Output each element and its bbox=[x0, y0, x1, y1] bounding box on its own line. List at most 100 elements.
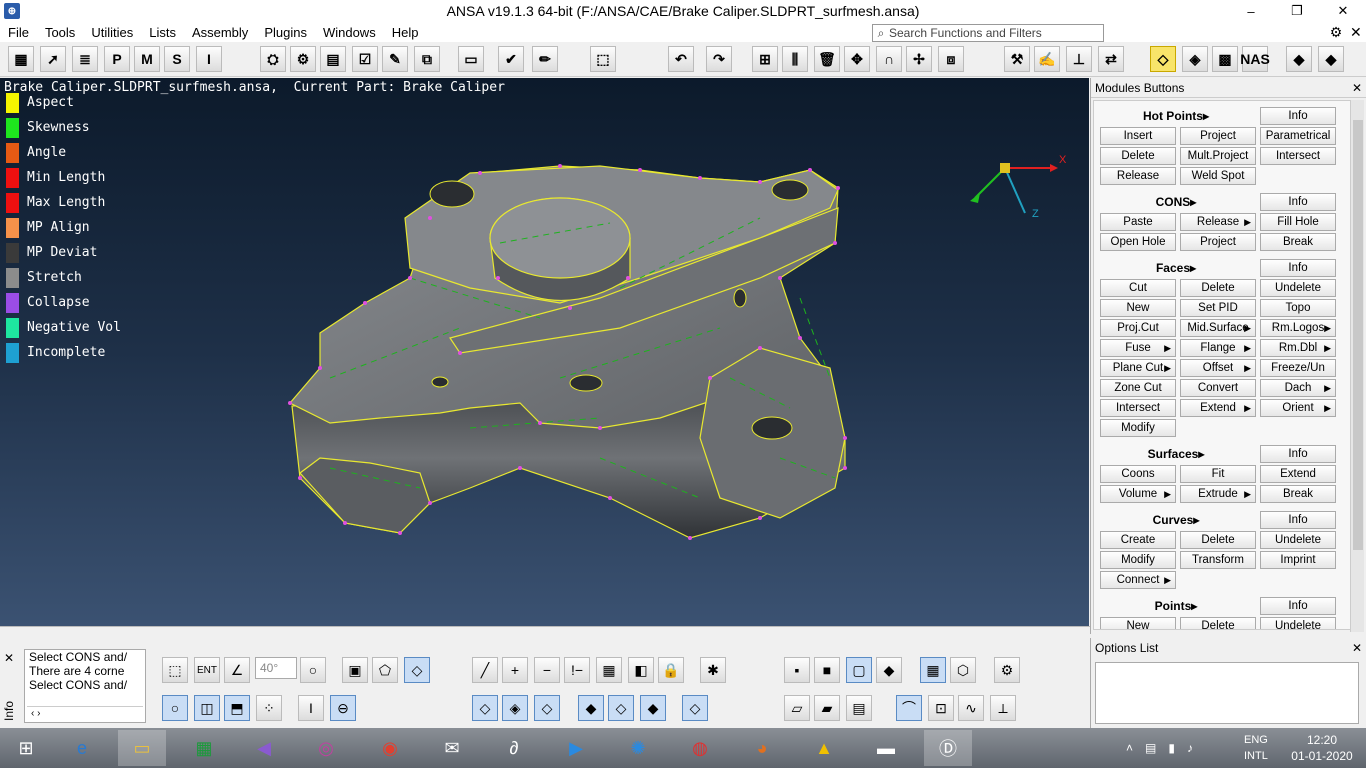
copy-icon[interactable]: ⧉ bbox=[414, 46, 440, 72]
curves-connect-button[interactable]: Connect ▶ bbox=[1100, 571, 1176, 589]
surfaces-coons-button[interactable]: Coons bbox=[1100, 465, 1176, 483]
message-scrollbar[interactable]: ‹ › bbox=[27, 706, 143, 720]
perpendicular-icon[interactable]: ⟂ bbox=[990, 695, 1016, 721]
curves-undelete-button[interactable]: Undelete bbox=[1260, 531, 1336, 549]
graphics-viewport[interactable]: Brake Caliper.SLDPRT_surfmesh.ansa, Curr… bbox=[0, 78, 1089, 626]
modules-scrollbar[interactable] bbox=[1350, 100, 1364, 632]
info-button[interactable]: Info bbox=[1260, 193, 1336, 211]
blue-diamond-icon[interactable]: ◆ bbox=[1318, 46, 1344, 72]
circle-select-icon[interactable]: ○ bbox=[300, 657, 326, 683]
red-wire-cube-icon[interactable]: ⬡ bbox=[950, 657, 976, 683]
faces-intersect-button[interactable]: Intersect bbox=[1100, 399, 1176, 417]
info-button[interactable]: Info bbox=[1260, 511, 1336, 529]
volume-icon[interactable]: ♪ bbox=[1187, 741, 1193, 755]
hot-points-insert-button[interactable]: Insert bbox=[1100, 127, 1176, 145]
shell-icon[interactable]: ⬒ bbox=[224, 695, 250, 721]
level-icon[interactable]: ⊥ bbox=[1066, 46, 1092, 72]
faces-offset-button[interactable]: Offset ▶ bbox=[1180, 359, 1256, 377]
zoom-select-icon[interactable]: ⬚ bbox=[590, 46, 616, 72]
mesh-settings-icon[interactable]: ⚙ bbox=[290, 46, 316, 72]
section-icon[interactable]: ⊖ bbox=[330, 695, 356, 721]
point-icon[interactable]: ⊡ bbox=[928, 695, 954, 721]
beam-icon[interactable]: I bbox=[298, 695, 324, 721]
settings-cube-icon[interactable]: ⚙ bbox=[994, 657, 1020, 683]
table-icon[interactable]: ⊞ bbox=[752, 46, 778, 72]
sphere-icon[interactable]: ○ bbox=[162, 695, 188, 721]
ent-cube-icon[interactable]: ▪ bbox=[784, 657, 810, 683]
info-icon[interactable]: I bbox=[196, 46, 222, 72]
faces-plane-cut-button[interactable]: Plane Cut ▶ bbox=[1100, 359, 1176, 377]
chrome-icon[interactable]: ◉ bbox=[366, 730, 414, 766]
curves-transform-button[interactable]: Transform bbox=[1180, 551, 1256, 569]
green-grid-icon[interactable]: ▤ bbox=[846, 695, 872, 721]
hot-points-parametrical-button[interactable]: Parametrical bbox=[1260, 127, 1336, 145]
translate-icon[interactable]: ✢ bbox=[906, 46, 932, 72]
faces-dach-button[interactable]: Dach ▶ bbox=[1260, 379, 1336, 397]
yellow-diamond-2-icon[interactable]: ◈ bbox=[502, 695, 528, 721]
grid-icon[interactable]: ▦ bbox=[8, 46, 34, 72]
faces-extend-button[interactable]: Extend ▶ bbox=[1180, 399, 1256, 417]
invert-icon[interactable]: !− bbox=[564, 657, 590, 683]
surfaces-break-button[interactable]: Break bbox=[1260, 485, 1336, 503]
polygon-select-icon[interactable]: ⬠ bbox=[372, 657, 398, 683]
scrollbar-thumb[interactable] bbox=[1353, 120, 1363, 550]
clipboard-icon[interactable]: ☑ bbox=[352, 46, 378, 72]
cons-break-button[interactable]: Break bbox=[1260, 233, 1336, 251]
internet-explorer-icon[interactable]: e bbox=[58, 730, 106, 766]
info-button[interactable]: Info bbox=[1260, 445, 1336, 463]
faces-proj-cut-button[interactable]: Proj.Cut bbox=[1100, 319, 1176, 337]
close-button[interactable]: ✕ bbox=[1320, 0, 1366, 22]
surfaces-volume-button[interactable]: Volume ▶ bbox=[1100, 485, 1176, 503]
feature-angle-input[interactable]: 40° bbox=[255, 657, 297, 679]
green-diamond-icon[interactable]: ◆ bbox=[1286, 46, 1312, 72]
brake-caliper-model[interactable] bbox=[0, 78, 1089, 626]
green-mesh-icon[interactable]: ▱ bbox=[784, 695, 810, 721]
visual-studio-icon[interactable]: ◀ bbox=[240, 730, 288, 766]
faces-fuse-button[interactable]: Fuse ▶ bbox=[1100, 339, 1176, 357]
wire-cube-icon[interactable]: ▦ bbox=[920, 657, 946, 683]
faces-topo-button[interactable]: Topo bbox=[1260, 299, 1336, 317]
menu-tools[interactable]: Tools bbox=[37, 25, 83, 40]
yellow-diamond-6-icon[interactable]: ◇ bbox=[682, 695, 708, 721]
section-header-cons[interactable]: CONS▸ bbox=[1100, 195, 1252, 209]
battery-icon[interactable]: ▮ bbox=[1168, 741, 1175, 755]
minus-icon[interactable]: − bbox=[534, 657, 560, 683]
faces-modify-button[interactable]: Modify bbox=[1100, 419, 1176, 437]
property-icon[interactable]: P bbox=[104, 46, 130, 72]
edit-icon[interactable]: ✍ bbox=[1034, 46, 1060, 72]
points-icon[interactable]: ⁘ bbox=[256, 695, 282, 721]
pointer-icon[interactable]: ➚ bbox=[40, 46, 66, 72]
columns-icon[interactable]: ⫼ bbox=[782, 46, 808, 72]
hot-points-delete-button[interactable]: Delete bbox=[1100, 147, 1176, 165]
green-box-icon[interactable]: ▰ bbox=[814, 695, 840, 721]
wire-icon[interactable]: ◈ bbox=[1182, 46, 1208, 72]
color-cube-icon[interactable]: ◆ bbox=[876, 657, 902, 683]
magnet-icon[interactable]: ∩ bbox=[876, 46, 902, 72]
faces-delete-button[interactable]: Delete bbox=[1180, 279, 1256, 297]
media-icon[interactable]: ◎ bbox=[302, 730, 350, 766]
menu-assembly[interactable]: Assembly bbox=[184, 25, 256, 40]
line-icon[interactable]: ╱ bbox=[472, 657, 498, 683]
mail-icon[interactable]: ✉ bbox=[428, 730, 476, 766]
faces-freeze-un-button[interactable]: Freeze/Un bbox=[1260, 359, 1336, 377]
grid-select-icon[interactable]: ▦ bbox=[596, 657, 622, 683]
network-icon[interactable]: ▤ bbox=[1145, 741, 1156, 755]
set-icon[interactable]: S bbox=[164, 46, 190, 72]
layers-icon[interactable]: ▣ bbox=[342, 657, 368, 683]
info-button[interactable]: Info bbox=[1260, 107, 1336, 125]
solid-icon[interactable]: ◫ bbox=[194, 695, 220, 721]
cons-fill-hole-button[interactable]: Fill Hole bbox=[1260, 213, 1336, 231]
nastran-icon[interactable]: NAS bbox=[1240, 46, 1270, 72]
close-icon[interactable]: ✕ bbox=[1352, 641, 1362, 655]
presentation-icon[interactable]: ◍ bbox=[676, 730, 724, 766]
command-prompt-icon[interactable]: ▬ bbox=[862, 730, 910, 766]
faces-mid-surface-button[interactable]: Mid.Surface ▶ bbox=[1180, 319, 1256, 337]
check-parts-icon[interactable]: ⛭ bbox=[260, 46, 286, 72]
feature-line-icon[interactable]: ∠ bbox=[224, 657, 250, 683]
move-icon[interactable]: ✥ bbox=[844, 46, 870, 72]
yellow-diamond-4-icon[interactable]: ◆ bbox=[578, 695, 604, 721]
spline-icon[interactable]: ∿ bbox=[958, 695, 984, 721]
gear-icon[interactable]: ⚙ bbox=[1326, 24, 1346, 42]
undo-icon[interactable]: ↶ bbox=[668, 46, 694, 72]
overlap-icon[interactable]: ◧ bbox=[628, 657, 654, 683]
